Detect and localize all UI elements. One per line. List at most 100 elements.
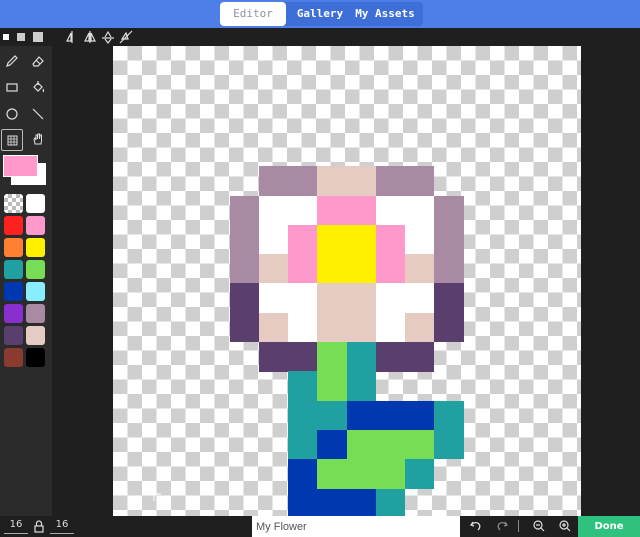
brush-size-small[interactable] [3,34,9,40]
pixel [405,254,435,284]
done-button[interactable]: Done [578,516,640,537]
pencil-icon [6,55,18,67]
zoom-in-icon[interactable] [557,518,573,534]
pixel-editor-app: Editor Gallery My Assets 16 16 My Flower… [0,0,640,537]
mirror-vertical-icon[interactable] [64,29,80,45]
bottom-bar: 16 16 Done [0,516,640,537]
pixel [405,166,435,196]
pixel [375,166,406,196]
palette-swatch[interactable] [4,194,23,213]
pixel [346,224,376,255]
hand-tool[interactable] [27,129,49,151]
pixel [375,429,406,460]
pixel [434,195,464,225]
pixel [346,283,376,313]
pixel [288,342,318,372]
palette-swatch[interactable] [26,304,45,323]
line-tool[interactable] [27,103,49,125]
options-toolbar [0,28,640,46]
primary-color[interactable] [3,155,38,177]
canvas-margin-right [581,46,640,516]
circle-tool[interactable] [1,103,23,125]
palette-swatch[interactable] [4,260,23,279]
pixel [229,283,260,313]
palette-swatch[interactable] [4,216,23,235]
rectangle-icon [6,83,18,92]
pixel [288,488,318,516]
eraser-tool[interactable] [27,50,49,72]
pixel [434,254,464,284]
mirror-diagonal-icon[interactable] [118,29,134,45]
pixel [288,429,318,460]
palette-swatch[interactable] [26,216,45,235]
pixel [405,224,435,255]
palette-swatch[interactable] [26,348,45,367]
pixel [288,400,318,431]
brush-size-large[interactable] [33,32,43,42]
palette-swatch[interactable] [26,238,45,257]
tab-my-assets[interactable]: My Assets [350,2,420,26]
tab-editor[interactable]: Editor [220,2,286,26]
fill-tool[interactable] [27,76,49,98]
palette-swatch[interactable] [26,282,45,301]
pixel [375,400,406,431]
pixel [288,312,318,343]
pencil-tool[interactable] [1,50,23,72]
tab-gallery[interactable]: Gallery [290,2,350,26]
palette-swatch[interactable] [4,326,23,345]
pixel [405,342,435,372]
palette-swatch[interactable] [26,326,45,345]
pixel [434,400,464,431]
zoom-out-icon[interactable] [531,518,547,534]
redo-icon[interactable] [494,518,510,534]
pixel [346,195,376,225]
pixel [229,254,260,284]
drawing-canvas[interactable] [113,46,581,516]
pixel [229,312,260,343]
canvas-height-field[interactable]: 16 [50,518,74,534]
pixel [288,459,318,489]
pixel [434,224,464,255]
hand-pan-icon [33,133,42,145]
crosshair-cursor-icon [147,487,161,501]
eraser-icon [32,56,44,67]
grid-toggle-icon [7,135,18,146]
pixel [405,195,435,225]
pixel [405,459,435,489]
pixel [288,283,318,313]
pixel [375,195,406,225]
pixel [259,342,289,372]
pixel [288,195,318,225]
palette-swatch[interactable] [4,282,23,301]
lock-ratio-icon[interactable] [31,518,47,534]
pixel [434,429,464,460]
canvas-width-field[interactable]: 16 [4,518,28,534]
mirror-horizontal-icon[interactable] [100,29,116,45]
palette-swatch[interactable] [4,304,23,323]
palette-swatch[interactable] [4,348,23,367]
pixel [434,283,464,313]
pixel [259,254,289,284]
fill-bucket-icon [33,81,45,93]
palette-swatch[interactable] [26,260,45,279]
rectangle-tool[interactable] [1,76,23,98]
pixel [405,400,435,431]
pixel [317,312,347,343]
pixel [375,342,406,372]
pixel [346,400,376,431]
pixel [229,195,260,225]
top-nav-bar: Editor Gallery My Assets [0,0,640,28]
pixel [346,312,376,343]
palette-swatch[interactable] [4,238,23,257]
mirror-both-icon[interactable] [82,29,98,45]
pixel [259,283,289,313]
circle-icon [6,108,18,120]
brush-size-medium[interactable] [17,33,25,41]
drawing-name-input[interactable] [252,516,460,537]
pixel [288,166,318,196]
undo-icon[interactable] [468,518,484,534]
pixel [346,342,376,372]
palette-swatch[interactable] [26,194,45,213]
grid-toggle-tool[interactable] [1,129,23,151]
pixel [259,312,289,343]
